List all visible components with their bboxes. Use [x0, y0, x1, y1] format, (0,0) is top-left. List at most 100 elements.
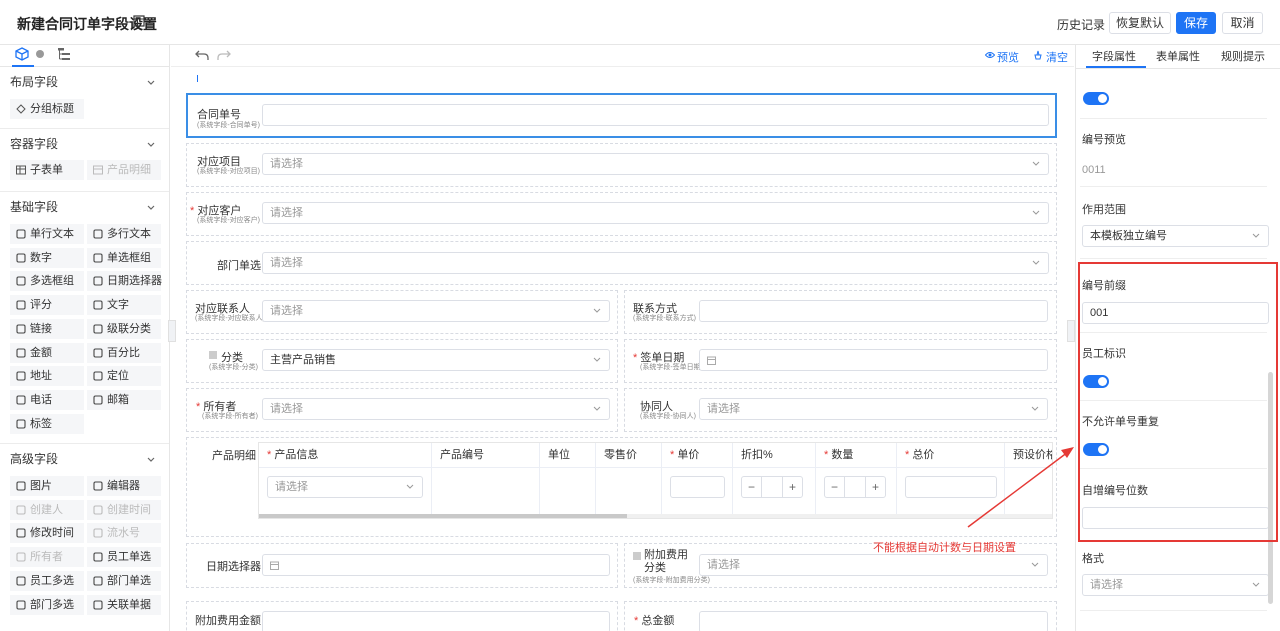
palette-item[interactable]: 多选框组: [10, 271, 84, 292]
field-contact[interactable]: 对应联系人 (系统字段-对应联系人) 请选择: [186, 290, 618, 334]
field-dept[interactable]: 部门单选 请选择: [186, 241, 1057, 285]
palette-item[interactable]: 编辑器: [87, 476, 161, 496]
total-amount-input[interactable]: [699, 611, 1048, 631]
extra-fee-amount-input[interactable]: [262, 611, 610, 631]
palette-item[interactable]: 文字: [87, 295, 161, 316]
product-select[interactable]: 请选择: [267, 476, 423, 498]
palette-item[interactable]: 标签: [10, 413, 84, 434]
palette-item[interactable]: 链接: [10, 318, 84, 339]
owner-select[interactable]: 请选择: [262, 398, 610, 420]
palette-item[interactable]: 邮箱: [87, 389, 161, 410]
reset-default-button[interactable]: 恢复默认: [1109, 12, 1171, 34]
section-basic-fields[interactable]: 基础字段: [0, 191, 169, 222]
field-contact-way[interactable]: 联系方式 (系统字段-联系方式): [624, 290, 1057, 334]
field-date-picker[interactable]: 日期选择器: [186, 543, 618, 588]
date-picker-input[interactable]: [262, 554, 610, 576]
contact-select[interactable]: 请选择: [262, 300, 610, 322]
palette-item-subform[interactable]: 子表单: [10, 160, 84, 180]
field-product-detail[interactable]: 产品明细 * 产品信息 请选择 产品编号 单位 零售价 * 单价 折扣% − + * 数量 − + * …: [186, 437, 1057, 537]
minus-button[interactable]: −: [742, 477, 762, 497]
palette-item[interactable]: 级联分类: [87, 318, 161, 339]
sign-date-picker[interactable]: [699, 349, 1048, 371]
column-label: 产品信息: [274, 449, 319, 461]
palette-item[interactable]: 定位: [87, 366, 161, 387]
tab-rule-hints[interactable]: 规则提示: [1221, 48, 1265, 64]
info-icon[interactable]: [36, 50, 44, 58]
field-project[interactable]: 对应项目 (系统字段-对应项目) 请选择: [186, 143, 1057, 187]
field-customer[interactable]: * 对应客户 (系统字段-对应客户) 请选择: [186, 192, 1057, 236]
unit-price-input[interactable]: [670, 476, 725, 498]
palette-item[interactable]: 员工单选: [87, 547, 161, 568]
clear-icon[interactable]: [1033, 50, 1043, 60]
preview-link[interactable]: 预览: [997, 49, 1019, 65]
palette-item[interactable]: 金额: [10, 342, 84, 363]
quantity-stepper[interactable]: − +: [824, 476, 886, 498]
redo-icon[interactable]: [217, 49, 231, 61]
cancel-button[interactable]: 取消: [1222, 12, 1263, 34]
tree-icon[interactable]: [57, 47, 71, 61]
scrollbar-thumb[interactable]: [259, 514, 627, 518]
scope-select[interactable]: 本模板独立编号: [1082, 225, 1269, 247]
palette-item[interactable]: 关联单据: [87, 594, 161, 615]
palette-item[interactable]: 员工多选: [10, 570, 84, 591]
palette-item[interactable]: 日期选择器: [87, 271, 162, 292]
item-label: 编辑器: [107, 480, 140, 492]
clear-link[interactable]: 清空: [1046, 49, 1068, 65]
field-sign-date[interactable]: * 签单日期 (系统字段-签单日期): [624, 339, 1057, 383]
section-title: 基础字段: [10, 200, 59, 214]
layout-icon[interactable]: [133, 15, 145, 27]
discount-stepper[interactable]: − +: [741, 476, 803, 498]
palette-item[interactable]: 部门多选: [10, 594, 84, 615]
field-owner[interactable]: * 所有者 (系统字段-所有者) 请选择: [186, 388, 618, 432]
percent-icon: [93, 347, 103, 358]
right-collapse-handle[interactable]: [1067, 320, 1075, 342]
field-total-amount[interactable]: * 总金额: [624, 601, 1057, 631]
palette-item[interactable]: 部门单选: [87, 570, 161, 591]
numbering-toggle[interactable]: [1083, 92, 1109, 105]
palette-item[interactable]: 评分: [10, 295, 84, 316]
tab-field-props[interactable]: 字段属性: [1092, 48, 1136, 64]
palette-item[interactable]: 多行文本: [87, 224, 161, 244]
component-icon[interactable]: [15, 47, 29, 61]
save-button[interactable]: 保存: [1176, 12, 1216, 34]
plus-button[interactable]: +: [782, 477, 802, 497]
chevron-down-icon: [1031, 562, 1039, 567]
plus-button[interactable]: +: [865, 477, 885, 497]
minus-button[interactable]: −: [825, 477, 845, 497]
field-collaborator[interactable]: 协同人 (系统字段-协同人) 请选择: [624, 388, 1057, 432]
column-label: 预设价格1: [1013, 449, 1052, 461]
dept-select[interactable]: 请选择: [262, 252, 1049, 274]
left-collapse-handle[interactable]: [168, 320, 176, 342]
field-contract-no[interactable]: 合同单号 (系统字段-合同单号): [186, 93, 1057, 138]
number-preview-value: 0011: [1082, 164, 1106, 176]
project-select[interactable]: 请选择: [262, 153, 1049, 175]
palette-item[interactable]: 单选框组: [87, 247, 161, 268]
palette-item[interactable]: 电话: [10, 389, 84, 410]
section-container-fields[interactable]: 容器字段: [0, 128, 169, 159]
contact-way-input[interactable]: [699, 300, 1048, 322]
palette-item[interactable]: 地址: [10, 366, 84, 387]
collaborator-select[interactable]: 请选择: [699, 398, 1048, 420]
category-select[interactable]: 主营产品销售: [262, 349, 610, 371]
palette-item[interactable]: 图片: [10, 476, 84, 496]
field-extra-fee-amount[interactable]: 附加费用金额: [186, 601, 618, 631]
palette-item-product-detail: 产品明细: [87, 160, 161, 180]
history-link[interactable]: 历史记录: [1057, 16, 1105, 33]
palette-item[interactable]: 百分比: [87, 342, 161, 363]
palette-item[interactable]: 修改时间: [10, 523, 84, 544]
field-category[interactable]: 分类 (系统字段-分类) 主营产品销售: [186, 339, 618, 383]
customer-select[interactable]: 请选择: [262, 202, 1049, 224]
palette-item-group-title[interactable]: 分组标题: [10, 99, 84, 119]
total-price-input[interactable]: [905, 476, 997, 498]
format-select[interactable]: 请选择: [1082, 574, 1269, 596]
palette-item[interactable]: 单行文本: [10, 224, 84, 244]
extra-fee-type-select[interactable]: 请选择: [699, 554, 1048, 576]
contract-no-input[interactable]: [262, 104, 1049, 126]
section-advanced-fields[interactable]: 高级字段: [0, 443, 169, 474]
palette-item[interactable]: 数字: [10, 247, 84, 268]
tab-form-props[interactable]: 表单属性: [1156, 48, 1200, 64]
eye-icon[interactable]: [985, 51, 995, 59]
table-scrollbar[interactable]: [259, 514, 1052, 518]
undo-icon[interactable]: [195, 49, 209, 61]
section-layout-fields[interactable]: 布局字段: [0, 67, 169, 98]
